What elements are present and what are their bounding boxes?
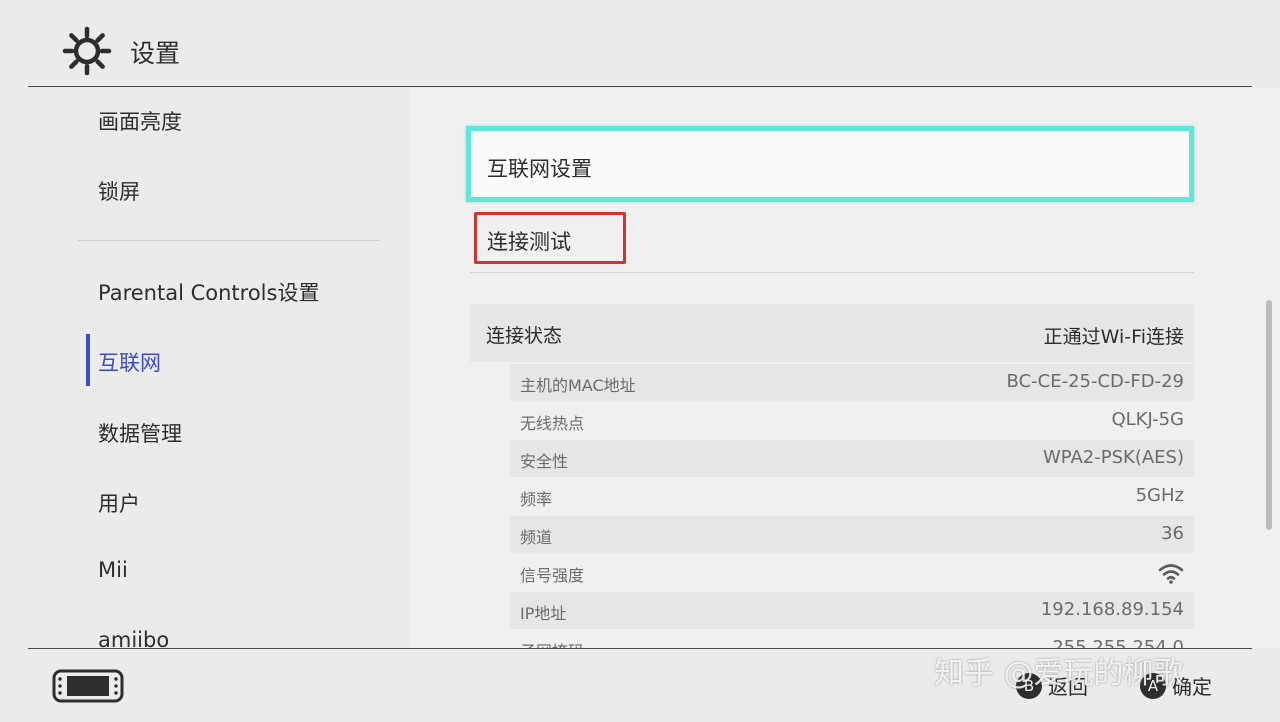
connection-status-label: 连接状态 [486, 325, 563, 347]
gear-icon [62, 26, 112, 76]
detail-label: 信号强度 [520, 566, 585, 585]
detail-value: 255.255.254.0 [1052, 637, 1184, 648]
detail-label: 主机的MAC地址 [520, 376, 636, 395]
detail-row-signal-strength: 信号强度 [510, 554, 1194, 591]
sidebar-divider [78, 240, 380, 241]
detail-label: 安全性 [520, 452, 569, 471]
sidebar-item-screen-brightness[interactable]: 画面亮度 [98, 106, 182, 136]
sidebar-item-parental-controls[interactable]: Parental Controls设置 [98, 277, 319, 307]
connection-test-label: 连接测试 [487, 230, 571, 254]
detail-row-mac: 主机的MAC地址 BC-CE-25-CD-FD-29 [510, 364, 1194, 401]
internet-settings-label: 互联网设置 [487, 157, 592, 181]
content-panel: 互联网设置 连接测试 连接状态 正通过Wi-Fi连接 主机的MAC地址 BC-C… [410, 88, 1280, 648]
detail-row-ip-address: IP地址 192.168.89.154 [510, 592, 1194, 629]
connection-status-value: 正通过Wi-Fi连接 [1043, 326, 1184, 348]
active-indicator [86, 334, 90, 386]
internet-settings-button[interactable]: 互联网设置 [466, 126, 1194, 202]
detail-value: QLKJ-5G [1111, 409, 1184, 430]
sidebar: 画面亮度 锁屏 Parental Controls设置 互联网 数据管理 用户 … [0, 88, 410, 652]
sidebar-item-users[interactable]: 用户 [98, 488, 140, 518]
watermark: 知乎 @爱玩的柳歌 [934, 656, 1184, 691]
detail-row-security: 安全性 WPA2-PSK(AES) [510, 440, 1194, 477]
detail-row-frequency: 频率 5GHz [510, 478, 1194, 515]
detail-value: WPA2-PSK(AES) [1042, 447, 1184, 468]
detail-label: 频道 [520, 528, 553, 547]
sidebar-item-mii[interactable]: Mii [98, 558, 128, 582]
detail-label: 频率 [520, 490, 553, 509]
content-divider [470, 272, 1194, 273]
scrollbar[interactable] [1266, 300, 1272, 530]
sidebar-item-data-management[interactable]: 数据管理 [98, 418, 182, 448]
detail-value: 36 [1161, 523, 1184, 544]
sidebar-item-internet[interactable]: 互联网 [98, 347, 161, 377]
detail-label: 子网掩码 [520, 638, 584, 648]
header: 设置 [0, 0, 1280, 88]
detail-label: 无线热点 [520, 414, 585, 433]
detail-value: 5GHz [1135, 485, 1184, 506]
connection-status-row: 连接状态 正通过Wi-Fi连接 [470, 304, 1194, 362]
connection-test-button[interactable]: 连接测试 [474, 212, 626, 264]
header-divider [28, 86, 1252, 87]
wifi-signal-icon [1158, 564, 1184, 584]
detail-value: 192.168.89.154 [1040, 599, 1184, 620]
detail-label: IP地址 [520, 604, 567, 623]
switch-console-icon [52, 669, 124, 703]
sidebar-item-screen-lock[interactable]: 锁屏 [98, 176, 140, 206]
detail-value: BC-CE-25-CD-FD-29 [1006, 371, 1184, 392]
page-title: 设置 [130, 39, 181, 68]
detail-row-subnet-mask: 子网掩码 255.255.254.0 [510, 630, 1194, 648]
detail-row-access-point: 无线热点 QLKJ-5G [510, 402, 1194, 439]
detail-row-channel: 频道 36 [510, 516, 1194, 553]
